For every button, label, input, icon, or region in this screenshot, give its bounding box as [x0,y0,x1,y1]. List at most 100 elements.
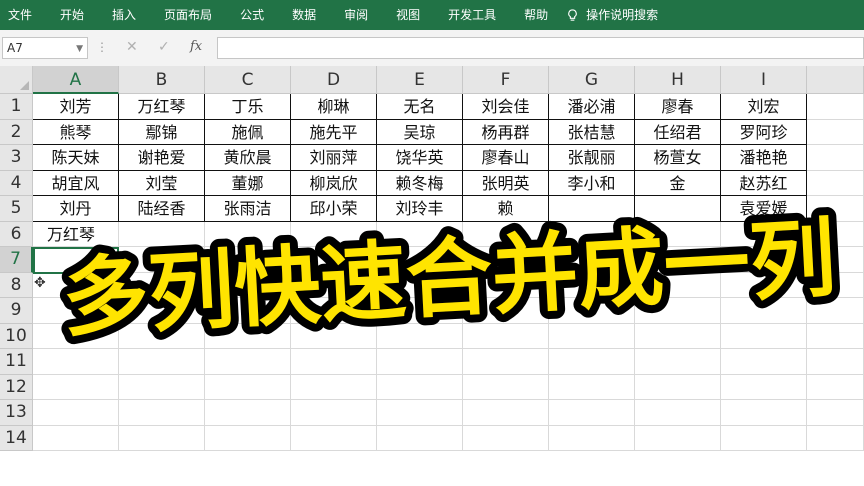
row-header-8[interactable]: 8 [0,272,33,298]
cell-h2[interactable]: 任绍君 [635,119,721,145]
cell-d3[interactable]: 刘丽萍 [291,145,377,171]
cell-f14[interactable] [463,425,549,451]
cell-f1[interactable]: 刘会佳 [463,94,549,120]
column-header-e[interactable]: E [377,66,463,94]
cell-e1[interactable]: 无名 [377,94,463,120]
cell-g13[interactable] [549,400,635,426]
row-header-11[interactable]: 11 [0,349,33,375]
cell-d12[interactable] [291,374,377,400]
chevron-down-icon[interactable]: ▼ [76,39,83,59]
close-icon[interactable]: ✕ [126,39,138,55]
cell-a2[interactable]: 熊琴 [33,119,119,145]
column-header-f[interactable]: F [463,66,549,94]
cell-j14[interactable] [807,425,864,451]
cell-e14[interactable] [377,425,463,451]
cell-i2[interactable]: 罗阿珍 [721,119,807,145]
column-header-a[interactable]: A [33,66,119,94]
cell-e12[interactable] [377,374,463,400]
cell-f2[interactable]: 杨再群 [463,119,549,145]
cell-c14[interactable] [205,425,291,451]
tell-me-search[interactable]: 操作说明搜索 [562,0,672,30]
cell-e2[interactable]: 吴琼 [377,119,463,145]
column-header-h[interactable]: H [635,66,721,94]
ribbon-tab-0[interactable]: 文件 [0,0,46,30]
cell-a1[interactable]: 刘芳 [33,94,119,120]
cell-h12[interactable] [635,374,721,400]
cell-d1[interactable]: 柳琳 [291,94,377,120]
cell-i12[interactable] [721,374,807,400]
ribbon-tab-8[interactable]: 开发工具 [434,0,510,30]
cell-c1[interactable]: 丁乐 [205,94,291,120]
row-header-13[interactable]: 13 [0,400,33,426]
cell-a12[interactable] [33,374,119,400]
name-box[interactable]: A7 ▼ [2,37,88,59]
ribbon-tab-5[interactable]: 数据 [278,0,330,30]
ribbon-tab-6[interactable]: 审阅 [330,0,382,30]
cell-e3[interactable]: 饶华英 [377,145,463,171]
row-header-6[interactable]: 6 [0,221,33,247]
cell-h3[interactable]: 杨萱女 [635,145,721,171]
select-all-button[interactable] [0,66,33,94]
cell-j3[interactable] [807,145,864,171]
cell-b3[interactable]: 谢艳爱 [119,145,205,171]
cell-g1[interactable]: 潘必浦 [549,94,635,120]
check-icon[interactable]: ✓ [158,39,170,55]
cell-b1[interactable]: 万红琴 [119,94,205,120]
row-header-3[interactable]: 3 [0,145,33,171]
cell-f13[interactable] [463,400,549,426]
cell-i1[interactable]: 刘宏 [721,94,807,120]
row-header-1[interactable]: 1 [0,94,33,120]
cell-h14[interactable] [635,425,721,451]
cell-c12[interactable] [205,374,291,400]
column-header-b[interactable]: B [119,66,205,94]
row-header-5[interactable]: 5 [0,196,33,222]
cell-c2[interactable]: 施佩 [205,119,291,145]
column-header-j[interactable] [807,66,864,94]
column-header-g[interactable]: G [549,66,635,94]
cell-a13[interactable] [33,400,119,426]
cell-i14[interactable] [721,425,807,451]
cell-g2[interactable]: 张桔慧 [549,119,635,145]
column-header-d[interactable]: D [291,66,377,94]
cell-j13[interactable] [807,400,864,426]
ribbon-tab-4[interactable]: 公式 [226,0,278,30]
row-header-14[interactable]: 14 [0,425,33,451]
cell-f12[interactable] [463,374,549,400]
cell-c13[interactable] [205,400,291,426]
ribbon-tab-7[interactable]: 视图 [382,0,434,30]
column-header-i[interactable]: I [721,66,807,94]
cell-f3[interactable]: 廖春山 [463,145,549,171]
cell-b14[interactable] [119,425,205,451]
cell-b12[interactable] [119,374,205,400]
cell-d14[interactable] [291,425,377,451]
cell-a3[interactable]: 陈天妹 [33,145,119,171]
cell-a14[interactable] [33,425,119,451]
ribbon-tab-3[interactable]: 页面布局 [150,0,226,30]
cell-j12[interactable] [807,374,864,400]
row-header-4[interactable]: 4 [0,170,33,196]
insert-function-button[interactable]: fx [190,39,202,54]
row-header-9[interactable]: 9 [0,298,33,324]
formula-input[interactable] [217,37,864,59]
cell-c3[interactable]: 黄欣晨 [205,145,291,171]
cell-h13[interactable] [635,400,721,426]
cell-d2[interactable]: 施先平 [291,119,377,145]
cell-g3[interactable]: 张靓丽 [549,145,635,171]
cell-g12[interactable] [549,374,635,400]
row-header-10[interactable]: 10 [0,323,33,349]
row-header-2[interactable]: 2 [0,119,33,145]
cell-i13[interactable] [721,400,807,426]
row-header-12[interactable]: 12 [0,374,33,400]
cell-d13[interactable] [291,400,377,426]
cell-e13[interactable] [377,400,463,426]
cell-b13[interactable] [119,400,205,426]
cell-i3[interactable]: 潘艳艳 [721,145,807,171]
ribbon-tab-1[interactable]: 开始 [46,0,98,30]
cell-j1[interactable] [807,94,864,120]
column-header-c[interactable]: C [205,66,291,94]
ribbon-tab-2[interactable]: 插入 [98,0,150,30]
cell-j2[interactable] [807,119,864,145]
cell-g14[interactable] [549,425,635,451]
cell-b2[interactable]: 鄢锦 [119,119,205,145]
row-header-7[interactable]: 7 [0,247,33,273]
